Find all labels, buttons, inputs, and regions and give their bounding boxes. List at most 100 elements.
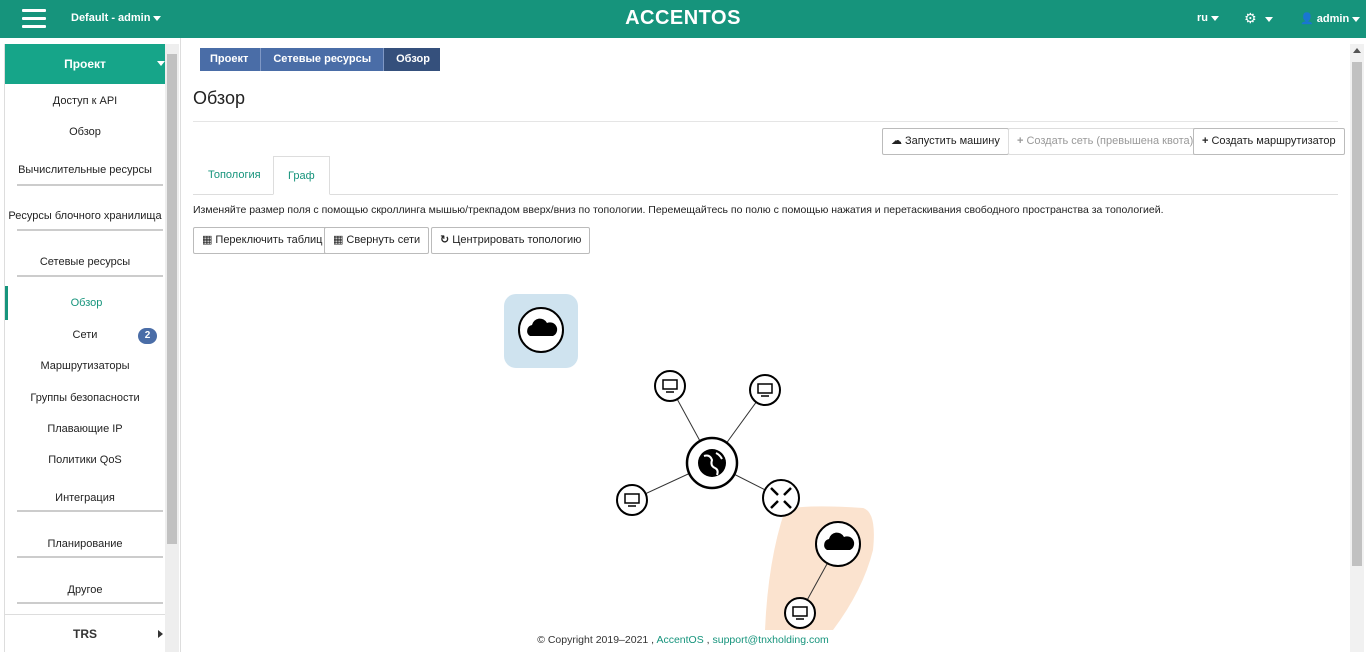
divider (17, 184, 163, 186)
user-icon: 👤 (1300, 13, 1314, 25)
sidebar-item-other[interactable]: Другое (5, 584, 165, 596)
plus-icon: + (1202, 135, 1209, 147)
sidebar-item-label: Другое (67, 584, 103, 596)
gear-icon: ⚙ (1244, 10, 1257, 26)
sidebar-item-label: Сети (72, 329, 98, 341)
scrollbar-thumb[interactable] (167, 54, 177, 544)
chevron-down-icon (153, 15, 162, 21)
breadcrumb: Проект Сетевые ресурсы Обзор (200, 48, 440, 71)
breadcrumb-item-project[interactable]: Проект (200, 48, 261, 71)
instance-node[interactable] (654, 370, 686, 402)
sidebar-item-planning[interactable]: Планирование (5, 538, 165, 550)
sidebar-project-header[interactable]: Проект (5, 44, 165, 84)
refresh-icon: ↻ (440, 234, 450, 246)
divider (193, 194, 1338, 195)
toggle-tables-button[interactable]: ▦ Переключить таблиц (193, 227, 332, 254)
create-network-button[interactable]: + Создать сеть (превышена квота) (1008, 128, 1203, 155)
divider (180, 38, 181, 652)
separator: , (706, 634, 710, 646)
external-network-node[interactable] (685, 436, 739, 490)
button-label: Центрировать топологию (452, 234, 582, 246)
network-node[interactable] (518, 307, 564, 353)
collapse-networks-button[interactable]: ▦ Свернуть сети (324, 227, 430, 254)
sidebar-item-block-storage[interactable]: Ресурсы блочного хранилища (5, 210, 165, 222)
scroll-up-icon[interactable] (1353, 48, 1361, 53)
sidebar-item-label: Ресурсы блочного хранилища (8, 210, 162, 222)
sidebar-item-qos[interactable]: Политики QoS (5, 454, 165, 466)
button-label: Запустить машину (905, 135, 1000, 147)
sidebar-header-label: Проект (64, 57, 106, 71)
router-node[interactable] (762, 479, 800, 517)
network-node[interactable] (815, 521, 861, 567)
instance-node[interactable] (749, 374, 781, 406)
launch-instance-button[interactable]: ☁ Запустить машину (882, 128, 1009, 155)
sidebar-item-compute[interactable]: Вычислительные ресурсы (5, 164, 165, 184)
breadcrumb-item-network[interactable]: Сетевые ресурсы (260, 48, 384, 71)
sidebar-item-floating-ips[interactable]: Плавающие IP (5, 423, 165, 435)
copyright-text: © Copyright 2019–2021 , (537, 634, 655, 646)
sidebar-item-trs[interactable]: TRS (5, 614, 165, 652)
sidebar-item-integration[interactable]: Интеграция (5, 492, 165, 504)
main-scrollbar[interactable] (1350, 44, 1364, 652)
button-label: Переключить таблиц (215, 234, 323, 246)
create-router-button[interactable]: + Создать маршрутизатор (1193, 128, 1345, 155)
divider (17, 275, 163, 277)
sidebar: Проект Доступ к API Обзор Вычислительные… (4, 44, 165, 652)
tab-graph[interactable]: Граф (273, 156, 330, 195)
help-text: Изменяйте размер поля с помощью скроллин… (193, 204, 1164, 216)
top-bar: Default - admin ACCENTOS ru ⚙ 👤 admin (0, 0, 1366, 38)
chevron-down-icon (1211, 15, 1219, 21)
sidebar-item-label: Политики QoS (48, 454, 122, 466)
cloud-upload-icon: ☁ (891, 135, 902, 147)
divider (17, 229, 163, 231)
menu-icon[interactable] (22, 9, 46, 29)
sidebar-item-label: Обзор (70, 297, 103, 309)
brand-logo: ACCENTOS (625, 7, 741, 29)
breadcrumb-item-overview: Обзор (383, 48, 440, 71)
tab-topology[interactable]: Топология (194, 156, 275, 195)
settings-menu[interactable]: ⚙ (1244, 10, 1273, 27)
center-topology-button[interactable]: ↻ Центрировать топологию (431, 227, 591, 254)
sidebar-item-label: Маршрутизаторы (40, 360, 130, 372)
th-icon: ▦ (333, 234, 344, 246)
chevron-down-icon (1352, 16, 1361, 22)
grid-icon: ▦ (202, 234, 213, 246)
sidebar-scrollbar[interactable] (165, 44, 179, 652)
sidebar-item-network[interactable]: Сетевые ресурсы (5, 256, 165, 268)
support-email-link[interactable]: support@tnxholding.com (712, 634, 828, 646)
divider (17, 510, 163, 512)
instance-node[interactable] (784, 597, 816, 629)
sidebar-item-label: Сетевые ресурсы (39, 256, 131, 268)
button-label: Создать маршрутизатор (1211, 135, 1336, 147)
topology-graph[interactable] (183, 260, 1343, 630)
button-label: Свернуть сети (346, 234, 421, 246)
divider (17, 556, 163, 558)
language-label: ru (1197, 12, 1208, 24)
scrollbar-thumb[interactable] (1352, 62, 1362, 566)
sidebar-item-routers[interactable]: Маршрутизаторы (5, 360, 165, 372)
accentos-link[interactable]: AccentOS (656, 634, 703, 646)
sidebar-item-security-groups[interactable]: Группы безопасности (5, 392, 165, 404)
sidebar-item-overview[interactable]: Обзор (5, 126, 165, 138)
sidebar-item-label: Вычислительные ресурсы (18, 164, 152, 176)
chevron-down-icon (1264, 16, 1273, 22)
user-menu[interactable]: 👤 admin (1300, 12, 1361, 25)
button-label: Создать сеть (превышена квота) (1026, 135, 1194, 147)
sidebar-item-label: Доступ к API (52, 95, 118, 107)
user-label: admin (1316, 13, 1350, 25)
divider (17, 602, 163, 604)
sidebar-item-network-overview[interactable]: Обзор (5, 286, 165, 320)
sidebar-item-label: Плавающие IP (47, 423, 123, 435)
chevron-down-icon (157, 61, 165, 66)
project-label: Default - admin (71, 12, 151, 24)
instance-node[interactable] (616, 484, 648, 516)
project-switcher[interactable]: Default - admin (71, 12, 162, 24)
sidebar-item-api-access[interactable]: Доступ к API (5, 95, 165, 107)
plus-icon: + (1017, 135, 1024, 147)
sidebar-item-networks[interactable]: Сети 2 (5, 328, 165, 344)
language-switcher[interactable]: ru (1197, 12, 1219, 24)
footer: © Copyright 2019–2021 , AccentOS , suppo… (0, 634, 1366, 646)
sidebar-item-label: Интеграция (55, 492, 115, 504)
count-badge: 2 (138, 328, 157, 344)
page-title: Обзор (193, 88, 245, 108)
